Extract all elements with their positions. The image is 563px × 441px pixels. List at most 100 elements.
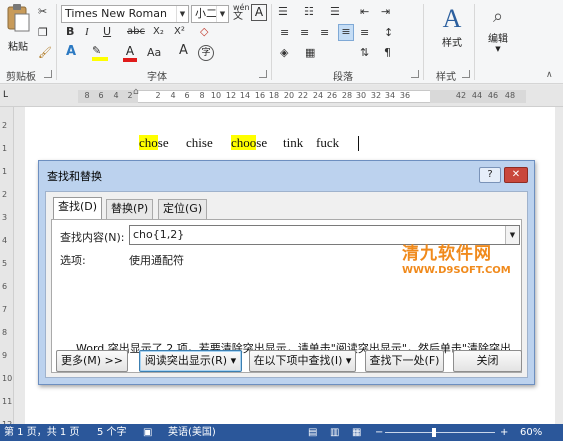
document-word: fuck bbox=[316, 135, 339, 151]
word-count[interactable]: 5 个字 bbox=[97, 424, 127, 441]
font-dialog-launcher-icon[interactable] bbox=[259, 70, 267, 78]
underline-button[interactable]: U bbox=[103, 25, 111, 39]
ruler-tick: 9 bbox=[2, 351, 8, 360]
chevron-down-icon[interactable]: ▼ bbox=[216, 6, 228, 22]
zoom-in-icon[interactable]: + bbox=[500, 424, 508, 441]
increase-indent-icon[interactable]: ⇥ bbox=[381, 5, 390, 19]
align-center-icon[interactable]: ≡ bbox=[300, 26, 309, 40]
italic-button[interactable]: I bbox=[85, 25, 89, 39]
tab-find[interactable]: 查找(D) bbox=[53, 197, 103, 219]
superscript-button[interactable]: X² bbox=[174, 25, 185, 39]
ruler-tick: 8 bbox=[84, 91, 90, 100]
align-right-icon[interactable]: ≡ bbox=[320, 26, 329, 40]
character-border-button[interactable]: A bbox=[251, 4, 267, 21]
zoom-out-icon[interactable]: − bbox=[375, 424, 383, 441]
watermark-line2: WWW.D9SOFT.COM bbox=[402, 265, 511, 276]
change-case-button[interactable]: Aa bbox=[147, 46, 161, 60]
divider bbox=[474, 4, 475, 80]
reading-highlight-button[interactable]: 阅读突出显示(R) ▾ bbox=[139, 350, 242, 372]
page-count[interactable]: 第 1 页，共 1 页 bbox=[4, 424, 79, 441]
decrease-indent-icon[interactable]: ⇤ bbox=[360, 5, 369, 19]
subscript-button[interactable]: X₂ bbox=[153, 25, 164, 39]
sort-icon[interactable]: ⇅ bbox=[360, 46, 369, 60]
zoom-level[interactable]: 60% bbox=[520, 424, 542, 441]
ruler-tick: 1 bbox=[2, 144, 8, 153]
zoom-slider[interactable] bbox=[385, 432, 495, 433]
ruler-tick: 6 bbox=[2, 282, 8, 291]
close-dialog-button[interactable]: 关闭 bbox=[453, 350, 522, 372]
clipboard-group-label: 剪贴板 bbox=[6, 72, 36, 83]
font-color-button[interactable]: A bbox=[122, 44, 138, 62]
proofing-icon[interactable]: ▣ bbox=[143, 424, 152, 441]
highlighted-text: cho bbox=[139, 135, 158, 150]
help-button[interactable]: ? bbox=[479, 167, 501, 183]
font-size-combo[interactable]: 小二 ▼ bbox=[191, 5, 229, 23]
ruler-tick: 8 bbox=[199, 91, 205, 100]
strikethrough-button[interactable]: abc bbox=[127, 25, 145, 39]
ruler-tick: 2 bbox=[2, 121, 8, 130]
ruler-tick: 22 bbox=[297, 91, 309, 100]
show-marks-icon[interactable]: ¶ bbox=[384, 46, 391, 60]
clear-formatting-icon[interactable]: ◇ bbox=[200, 25, 208, 39]
find-what-label: 查找内容(N): bbox=[60, 231, 125, 244]
ruler-tick: 11 bbox=[2, 397, 13, 406]
ruler-tick: 30 bbox=[355, 91, 367, 100]
more-button[interactable]: 更多(M) >> bbox=[56, 350, 128, 372]
ruler-tick: 12 bbox=[225, 91, 237, 100]
tab-replace[interactable]: 替换(P) bbox=[106, 199, 154, 219]
ruler-tick: 6 bbox=[98, 91, 104, 100]
ruler-tick: 2 bbox=[127, 91, 133, 100]
text-effects-icon[interactable]: A bbox=[66, 45, 76, 59]
find-next-button[interactable]: 查找下一处(F) bbox=[365, 350, 444, 372]
styles-button[interactable]: A 样式 bbox=[430, 4, 474, 49]
styles-label: 样式 bbox=[442, 38, 462, 49]
bold-button[interactable]: B bbox=[66, 25, 74, 39]
clipboard-dialog-launcher-icon[interactable] bbox=[44, 70, 52, 78]
bullets-icon[interactable]: ☰ bbox=[278, 5, 288, 19]
tab-goto[interactable]: 定位(G) bbox=[158, 199, 208, 219]
font-name-combo[interactable]: Times New Roman ▼ bbox=[61, 5, 189, 23]
chevron-down-icon[interactable]: ▼ bbox=[176, 6, 188, 22]
print-layout-icon[interactable]: ▥ bbox=[330, 424, 339, 441]
language[interactable]: 英语(美国) bbox=[168, 424, 216, 441]
enclose-character-icon[interactable]: 字 bbox=[198, 45, 214, 61]
ruler-tick: 48 bbox=[504, 91, 516, 100]
justify-icon[interactable]: ≡ bbox=[338, 24, 354, 41]
ruler-tick: 2 bbox=[2, 190, 8, 199]
styles-dialog-launcher-icon[interactable] bbox=[462, 70, 470, 78]
highlight-pen-icon: ✎ bbox=[92, 44, 102, 57]
grow-font-button[interactable]: A bbox=[179, 44, 188, 58]
copy-icon[interactable]: ❐ bbox=[38, 26, 48, 40]
editing-button[interactable]: ⌕ 编辑 ▼ bbox=[481, 4, 515, 53]
word-text: fuck bbox=[316, 135, 340, 150]
align-left-icon[interactable]: ≡ bbox=[280, 26, 289, 40]
line-spacing-icon[interactable]: ↕ bbox=[384, 26, 393, 40]
ruler-tick: 18 bbox=[268, 91, 280, 100]
ruler-tick: 34 bbox=[384, 91, 396, 100]
distributed-icon[interactable]: ≡ bbox=[360, 26, 369, 40]
cut-icon[interactable]: ✂ bbox=[38, 5, 47, 19]
web-layout-icon[interactable]: ▦ bbox=[352, 424, 361, 441]
phonetic-guide-button[interactable]: wén 文 bbox=[233, 3, 250, 22]
find-in-button[interactable]: 在以下项中查找(I) ▾ bbox=[249, 350, 356, 372]
paste-button[interactable]: 粘贴 bbox=[4, 3, 32, 53]
shading-icon[interactable]: ◈ bbox=[280, 46, 288, 60]
numbering-icon[interactable]: ☷ bbox=[304, 5, 314, 19]
ruler-tick: 26 bbox=[326, 91, 338, 100]
zoom-slider-thumb[interactable] bbox=[432, 428, 436, 437]
paste-icon bbox=[7, 4, 30, 32]
paragraph-dialog-launcher-icon[interactable] bbox=[411, 70, 419, 78]
word-text: se bbox=[256, 135, 268, 150]
ruler-tick: 6 bbox=[184, 91, 190, 100]
highlight-color-button[interactable]: ✎ bbox=[92, 44, 110, 62]
close-button[interactable]: ✕ bbox=[504, 167, 528, 183]
multilevel-list-icon[interactable]: ☰ bbox=[330, 5, 340, 19]
chevron-down-icon[interactable]: ▼ bbox=[505, 226, 519, 244]
read-mode-icon[interactable]: ▤ bbox=[308, 424, 317, 441]
ruler-corner[interactable]: L bbox=[3, 90, 8, 100]
borders-icon[interactable]: ▦ bbox=[305, 46, 315, 60]
format-painter-icon[interactable]: 🖌 bbox=[38, 46, 52, 60]
find-what-value: cho{1,2} bbox=[133, 228, 185, 241]
collapse-ribbon-icon[interactable]: ∧ bbox=[546, 70, 553, 80]
text-cursor bbox=[358, 136, 359, 151]
